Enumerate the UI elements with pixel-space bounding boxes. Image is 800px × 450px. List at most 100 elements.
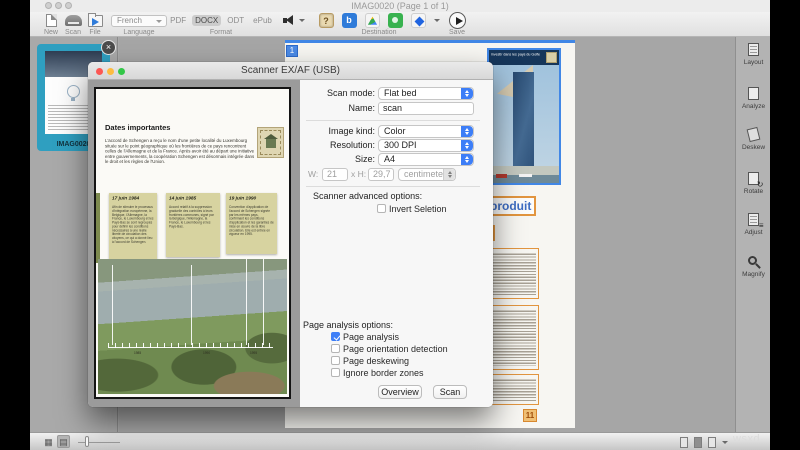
orientation-detection-checkbox[interactable] <box>331 344 340 353</box>
tool-adjust[interactable]: ≡ Adjust <box>736 212 771 236</box>
destination-text-icon[interactable]: ? <box>319 13 334 28</box>
stepper-icon <box>461 126 473 137</box>
ignore-border-zones-checkbox[interactable] <box>331 368 340 377</box>
advanced-options-heading: Scanner advanced options: <box>313 191 422 201</box>
format-option-docx[interactable]: DOCX <box>192 15 221 26</box>
stepper-icon <box>461 88 473 99</box>
page-number-badge: 1 <box>286 45 298 57</box>
save-play-button[interactable] <box>449 12 466 29</box>
adjust-icon: ≡ <box>746 212 762 228</box>
stepper-icon <box>443 169 455 180</box>
preview-intro-text: L'accord de Schengen a reçu le nom d'une… <box>105 138 255 164</box>
dialog-title: Scanner EX/AF (USB) <box>88 65 493 76</box>
image-kind-select[interactable]: Color <box>378 125 474 138</box>
width-label: W: <box>308 168 318 181</box>
destination-box-icon[interactable]: b <box>342 13 357 28</box>
ocr-heading-region[interactable]: produit <box>486 196 536 216</box>
tools-sidebar: Layout Analyze Deskew ↻ Rotate ≡ Adjust … <box>735 37 770 432</box>
width-input[interactable]: 21 <box>322 168 348 181</box>
red-boat <box>496 174 507 178</box>
separator <box>306 120 480 121</box>
lightbulb-icon <box>67 85 80 98</box>
scan-button-dialog[interactable]: Scan <box>433 385 467 399</box>
zoom-slider-handle[interactable] <box>85 436 89 447</box>
stepper-icon <box>461 140 473 151</box>
grid-view-icon[interactable]: ▦ <box>42 435 55 448</box>
timeline-card: 14 juin 1985 Accord relatif à la suppres… <box>166 193 220 257</box>
invert-selection-checkbox[interactable] <box>377 204 386 213</box>
format-option-pdf[interactable]: PDF <box>167 15 189 26</box>
page-deskewing-checkbox[interactable] <box>331 356 340 365</box>
orientation-detection-label: Page orientation detection <box>343 344 448 354</box>
page-analysis-heading: Page analysis options: <box>303 320 393 330</box>
timeline-card: 19 juin 1990 Convention d'application de… <box>226 193 277 254</box>
window-title: IMAG0020 (Page 1 of 1) <box>30 1 770 11</box>
chevron-down-icon <box>299 19 305 22</box>
language-select[interactable]: French <box>111 15 167 27</box>
continuous-layout-icon[interactable] <box>694 437 702 448</box>
resolution-label: Resolution: <box>305 139 375 152</box>
size-select[interactable]: A4 <box>378 153 474 166</box>
preview-article-title: Dates importantes <box>105 123 170 132</box>
height-input[interactable]: 29,7 <box>368 168 394 181</box>
timeline-axis <box>108 343 273 348</box>
scan-preview-page[interactable]: Dates importantes L'accord de Schengen a… <box>94 87 291 399</box>
layout-options-arrow[interactable] <box>722 441 728 444</box>
folder-import-icon <box>88 15 103 27</box>
scanner-icon <box>65 15 82 26</box>
speaker-icon <box>283 15 296 26</box>
tool-analyze[interactable]: Analyze <box>736 86 771 110</box>
scan-mode-select[interactable]: Flat bed <box>378 87 474 100</box>
new-document-icon <box>46 14 57 27</box>
scan-preview-pane: Dates importantes L'accord de Schengen a… <box>88 80 300 407</box>
magnify-icon <box>746 254 762 270</box>
tool-rotate[interactable]: ↻ Rotate <box>736 171 771 195</box>
save-group: Save <box>436 13 478 36</box>
dialog-titlebar[interactable]: Scanner EX/AF (USB) <box>88 62 493 80</box>
scan-button[interactable]: Scan <box>61 13 85 36</box>
river-photo: 1985 1990 1995 <box>98 259 287 394</box>
name-input[interactable]: scan <box>378 102 474 115</box>
page-view-icon[interactable]: ▤ <box>57 435 70 448</box>
read-aloud-button[interactable] <box>280 13 308 28</box>
page-number-label: 11 <box>523 409 537 422</box>
destination-google-drive-icon[interactable] <box>365 13 380 28</box>
language-value: French <box>117 16 142 25</box>
separator <box>306 186 480 187</box>
facing-pages-layout-icon[interactable] <box>708 437 716 448</box>
scan-mode-label: Scan mode: <box>305 87 375 100</box>
overview-button[interactable]: Overview <box>378 385 422 399</box>
new-button[interactable]: New <box>39 13 63 36</box>
layout-icon <box>746 42 762 58</box>
name-label: Name: <box>305 102 375 115</box>
tool-magnify[interactable]: Magnify <box>736 254 771 278</box>
unit-select[interactable]: centimeter <box>398 168 456 181</box>
destination-group-label: Destination <box>313 29 445 36</box>
magazine-edge-strip <box>96 193 100 263</box>
white-boat <box>519 174 532 177</box>
tool-deskew[interactable]: Deskew <box>736 127 771 151</box>
format-option-epub[interactable]: ePub <box>250 15 275 26</box>
format-option-odt[interactable]: ODT <box>224 15 247 26</box>
destination-evernote-icon[interactable] <box>388 13 403 28</box>
scanner-dialog: Scanner EX/AF (USB) Dates importantes L'… <box>88 62 493 407</box>
single-page-layout-icon[interactable] <box>680 437 688 448</box>
screen: IMAG0020 (Page 1 of 1) New Scan File Fre… <box>0 0 800 450</box>
photo-caption: investir dans les pays du Golfe <box>491 53 540 57</box>
tool-layout[interactable]: Layout <box>736 42 771 66</box>
page-analysis-label: Page analysis <box>343 332 399 342</box>
file-button[interactable]: File <box>83 13 107 36</box>
save-group-label: Save <box>436 29 478 36</box>
image-kind-label: Image kind: <box>305 125 375 138</box>
destination-dropbox-icon[interactable] <box>411 13 426 28</box>
size-label: Size: <box>305 153 375 166</box>
photo-region[interactable]: investir dans les pays du Golfe <box>487 48 561 185</box>
thumbnail-close-button[interactable]: × <box>101 40 116 55</box>
page-analysis-checkbox[interactable] <box>331 332 340 341</box>
resolution-select[interactable]: 300 DPI <box>378 139 474 152</box>
stepper-icon <box>461 154 473 165</box>
main-toolbar: New Scan File French Language <box>30 12 770 37</box>
file-label: File <box>83 29 107 36</box>
analyze-icon <box>746 86 762 102</box>
format-group: PDF DOCX ODT ePub Format <box>171 13 271 36</box>
